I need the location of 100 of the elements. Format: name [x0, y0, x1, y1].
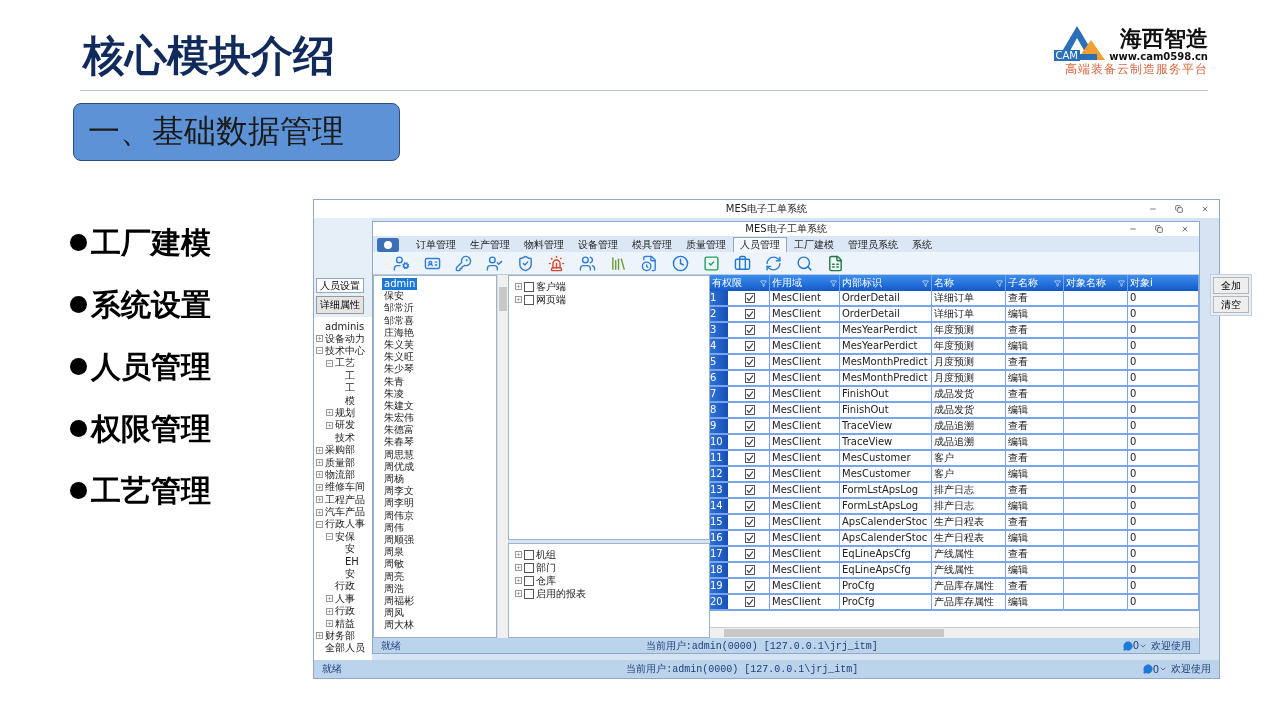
- side-button[interactable]: 全加: [1213, 277, 1249, 294]
- user-item[interactable]: 朱义芙: [382, 338, 416, 352]
- checkbox[interactable]: [744, 517, 755, 527]
- column-header[interactable]: 内部标识: [840, 275, 932, 291]
- checkbox[interactable]: [744, 357, 755, 367]
- filter-icon[interactable]: [1118, 279, 1125, 287]
- tree-item[interactable]: 研发: [335, 418, 355, 433]
- user-item[interactable]: 周杨: [382, 473, 406, 486]
- checkbox[interactable]: [744, 533, 755, 543]
- tree-item[interactable]: 安: [345, 567, 355, 581]
- column-header[interactable]: 有权限: [710, 275, 770, 291]
- checkbox[interactable]: [524, 281, 534, 292]
- expand-toggle-icon[interactable]: [316, 632, 323, 640]
- checkbox[interactable]: [744, 597, 755, 607]
- side-button[interactable]: 清空: [1213, 296, 1249, 313]
- checkbox[interactable]: [744, 325, 755, 335]
- search-icon[interactable]: [796, 254, 813, 272]
- tree-item[interactable]: 行政: [335, 579, 355, 594]
- expand-toggle-icon[interactable]: [326, 409, 333, 417]
- checkbox[interactable]: [744, 469, 755, 479]
- user-item[interactable]: 朱春琴: [382, 436, 416, 449]
- scrollbar[interactable]: [710, 627, 1199, 638]
- user-item[interactable]: 朱凌: [382, 387, 406, 400]
- checkbox[interactable]: [744, 341, 755, 351]
- checkbox[interactable]: [744, 549, 755, 559]
- user-item[interactable]: 朱少琴: [382, 363, 416, 376]
- expand-toggle-icon[interactable]: [316, 496, 323, 504]
- checkbox[interactable]: [744, 581, 755, 591]
- tree-item[interactable]: 人事: [335, 591, 355, 606]
- user-item[interactable]: 邹常沂: [382, 302, 416, 315]
- user-item[interactable]: 周思慧: [382, 448, 416, 461]
- user-item[interactable]: 周李文: [382, 485, 416, 498]
- chat-icon[interactable]: [1122, 640, 1133, 651]
- restore-button[interactable]: [1155, 225, 1163, 233]
- briefcase-icon[interactable]: [734, 254, 751, 272]
- user-item[interactable]: 周大林: [382, 619, 416, 632]
- checkbox[interactable]: [744, 309, 755, 319]
- caret-icon[interactable]: [1159, 665, 1167, 673]
- shield-icon[interactable]: [517, 254, 534, 272]
- checkbox[interactable]: [744, 453, 755, 463]
- menu-tab[interactable]: 设备管理: [571, 237, 625, 252]
- expand-toggle-icon[interactable]: [326, 607, 333, 615]
- tree-item[interactable]: 质量部: [325, 455, 355, 470]
- tree-item[interactable]: 维修车间: [325, 480, 365, 495]
- filter-icon[interactable]: [996, 279, 1003, 287]
- column-header[interactable]: 作用域: [770, 275, 840, 291]
- close-button[interactable]: [1201, 205, 1209, 213]
- user-item[interactable]: 庄海艳: [382, 326, 416, 339]
- menu-tab[interactable]: 管理员系统: [841, 237, 905, 252]
- checkbox[interactable]: [744, 389, 755, 399]
- expand-toggle-icon[interactable]: [515, 590, 522, 597]
- menu-tab[interactable]: 系统: [905, 237, 939, 252]
- user-item[interactable]: 周泉: [382, 546, 406, 559]
- expand-toggle-icon[interactable]: [316, 508, 323, 516]
- user-item[interactable]: 周福彬: [382, 594, 416, 608]
- checkbox[interactable]: [744, 501, 755, 511]
- tree-item[interactable]: 工程产品: [325, 492, 365, 507]
- user-check-icon[interactable]: [486, 254, 503, 272]
- expand-toggle-icon[interactable]: [316, 335, 323, 343]
- menu-tab[interactable]: 订单管理: [409, 237, 463, 252]
- refresh-icon[interactable]: [765, 254, 782, 272]
- user-item[interactable]: 朱宏伟: [382, 412, 416, 425]
- user-item[interactable]: 朱义旺: [382, 351, 416, 364]
- close-button[interactable]: [1181, 225, 1189, 233]
- expand-toggle-icon[interactable]: [326, 595, 333, 603]
- tree-item[interactable]: 安保: [335, 529, 355, 544]
- checkbox[interactable]: [744, 373, 755, 383]
- checkbox[interactable]: [524, 549, 534, 560]
- tree-item[interactable]: 财务部: [325, 628, 355, 643]
- tree-item[interactable]: 汽车产品: [325, 505, 365, 520]
- tree-item[interactable]: 机组: [536, 547, 556, 562]
- expand-toggle-icon[interactable]: [316, 471, 323, 479]
- user-gear-icon[interactable]: [393, 254, 410, 272]
- user-item[interactable]: 周李明: [382, 497, 416, 510]
- user-item[interactable]: 周凤: [382, 607, 406, 620]
- user-item[interactable]: 朱青: [382, 375, 406, 388]
- users-icon[interactable]: [579, 254, 596, 272]
- user-item[interactable]: 周亮: [382, 570, 406, 583]
- checkbox[interactable]: [744, 421, 755, 431]
- column-header[interactable]: 对象名称: [1064, 275, 1128, 291]
- menu-tab[interactable]: 物料管理: [517, 237, 571, 252]
- tree-item[interactable]: 工艺: [335, 356, 355, 371]
- checkbox[interactable]: [524, 588, 534, 599]
- checkbox[interactable]: [744, 405, 755, 415]
- menu-tab[interactable]: 人员管理: [733, 237, 787, 252]
- tree-item[interactable]: 全部人员: [325, 641, 365, 656]
- spreadsheet-icon[interactable]: [827, 254, 844, 272]
- user-item[interactable]: 周伟京: [382, 509, 416, 522]
- tree-item[interactable]: 启用的报表: [536, 586, 586, 601]
- expand-toggle-icon[interactable]: [515, 283, 522, 290]
- user-item[interactable]: 周优成: [382, 460, 416, 473]
- user-item[interactable]: 周顺强: [382, 533, 416, 547]
- user-item[interactable]: admin: [382, 278, 418, 291]
- filter-icon[interactable]: [1054, 279, 1061, 287]
- expand-toggle-icon[interactable]: [515, 296, 522, 303]
- tree-item[interactable]: 精益: [335, 616, 355, 631]
- expand-toggle-icon[interactable]: [316, 347, 323, 355]
- checkbox[interactable]: [744, 565, 755, 575]
- message-count[interactable]: 0: [1152, 663, 1159, 675]
- minimize-button[interactable]: [1149, 205, 1157, 213]
